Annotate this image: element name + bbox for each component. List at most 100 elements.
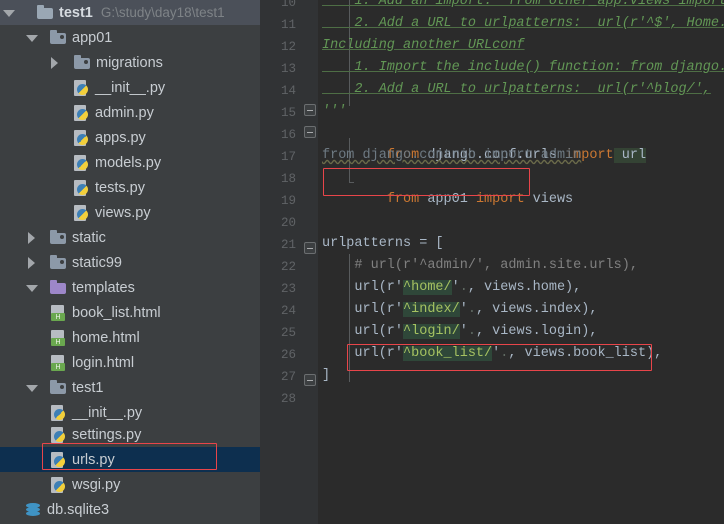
tree-item-login-html[interactable]: H login.html xyxy=(0,350,260,375)
tree-item-models-py[interactable]: models.py xyxy=(0,150,260,175)
tree-item-views-py[interactable]: views.py xyxy=(0,200,260,225)
tree-item-templates[interactable]: templates xyxy=(0,275,260,300)
code-text[interactable]: 1. Add an import: from other_app.views i… xyxy=(318,0,724,524)
tree-item-test1-root[interactable]: test1 G:\study\day18\test1 xyxy=(0,0,260,25)
tree-item-label: app01 xyxy=(72,29,113,46)
tree-item-apps-py[interactable]: apps.py xyxy=(0,125,260,150)
line-number: 15 xyxy=(280,106,296,120)
code-line-27: ] xyxy=(322,368,331,383)
code-line-23-rest: , views.home), xyxy=(467,280,582,295)
folder-module-icon xyxy=(50,229,67,246)
tree-item-manage-py[interactable]: manage.py xyxy=(0,520,260,524)
folder-module-icon xyxy=(50,29,67,46)
tree-item-label: urls.py xyxy=(72,451,115,468)
tree-item-admin-py[interactable]: admin.py xyxy=(0,100,260,125)
tree-item-static[interactable]: static xyxy=(0,225,260,250)
chevron-right-icon[interactable] xyxy=(48,56,62,70)
chevron-right-icon[interactable] xyxy=(25,231,39,245)
tree-item-tests-py[interactable]: tests.py xyxy=(0,175,260,200)
line-number: 28 xyxy=(280,392,296,406)
python-file-icon xyxy=(50,476,67,493)
code-line-25-call: url(r' xyxy=(354,324,404,339)
html-badge: H xyxy=(51,337,65,346)
python-file-icon xyxy=(73,79,90,96)
python-file-icon xyxy=(73,204,90,221)
line-number: 22 xyxy=(280,260,296,274)
code-line-25-regex: ^login/ xyxy=(403,324,460,339)
tree-item-wsgi-py[interactable]: wsgi.py xyxy=(0,472,260,497)
code-editor[interactable]: 10 11 12 13 14 15 16 17 18 19 20 21 22 2… xyxy=(260,0,724,524)
code-line-10: 1. Add an import: from other_app.views i… xyxy=(322,0,724,9)
chevron-right-icon[interactable] xyxy=(25,256,39,270)
tree-item-label: templates xyxy=(72,279,135,296)
line-number: 20 xyxy=(280,216,296,230)
code-line-15: ''' xyxy=(322,104,347,119)
fold-toggle-urlpatterns[interactable] xyxy=(304,242,316,254)
line-number: 21 xyxy=(280,238,296,252)
folder-module-icon xyxy=(50,254,67,271)
project-tool-window[interactable]: test1 G:\study\day18\test1 app01 migrati… xyxy=(0,0,260,524)
html-badge: H xyxy=(51,362,65,371)
code-line-25-rest: , views.login), xyxy=(475,324,598,339)
python-file-icon xyxy=(50,451,67,468)
code-line-11: 2. Add a URL to urlpatterns: url(r'^$', … xyxy=(322,16,724,31)
code-line-16-symbol-url: url xyxy=(613,148,647,163)
chevron-down-icon[interactable] xyxy=(2,6,16,20)
code-line-17-unused-import: from django.contrib import admin xyxy=(322,148,582,163)
chevron-down-icon[interactable] xyxy=(25,31,39,45)
tree-item-app01[interactable]: app01 xyxy=(0,25,260,50)
tree-item-urls-py[interactable]: urls.py xyxy=(0,447,260,472)
tree-item-label: apps.py xyxy=(95,129,146,146)
code-line-22-comment: # url(r'^admin/', admin.site.urls), xyxy=(322,258,638,273)
code-line-26-call: url(r' xyxy=(354,346,404,361)
tree-item-label: migrations xyxy=(96,54,163,71)
code-line-18-symbol-views: views xyxy=(524,192,574,207)
tree-item-label: __init__.py xyxy=(72,404,143,421)
code-line-23-call: url(r' xyxy=(354,280,404,295)
html-file-icon: H xyxy=(50,354,67,371)
line-number: 23 xyxy=(280,282,296,296)
code-line-24-rest: , views.index), xyxy=(475,302,598,317)
line-number-gutter: 10 11 12 13 14 15 16 17 18 19 20 21 22 2… xyxy=(260,0,302,524)
folder-module-icon xyxy=(50,379,67,396)
folder-templates-icon xyxy=(50,279,67,296)
code-line-23-quote: ' xyxy=(451,280,460,295)
tree-item-home-html[interactable]: H home.html xyxy=(0,325,260,350)
code-line-14: 2. Add a URL to urlpatterns: url(r'^blog… xyxy=(322,82,711,97)
fold-toggle-urlpatterns-end[interactable] xyxy=(304,374,316,386)
tree-item-label: tests.py xyxy=(95,179,145,196)
tree-item-label: home.html xyxy=(72,329,140,346)
fold-toggle-imports[interactable] xyxy=(304,126,316,138)
python-file-icon xyxy=(50,426,67,443)
line-number: 26 xyxy=(280,348,296,362)
line-number: 19 xyxy=(280,194,296,208)
folding-gutter[interactable] xyxy=(302,0,354,524)
tree-item-label: __init__.py xyxy=(95,79,166,96)
tree-item-label: models.py xyxy=(95,154,162,171)
line-number: 16 xyxy=(280,128,296,142)
tree-item-label: views.py xyxy=(95,204,151,221)
python-file-icon xyxy=(73,104,90,121)
folder-module-icon xyxy=(37,4,54,21)
tree-item-db-sqlite3[interactable]: db.sqlite3 xyxy=(0,497,260,522)
code-line-24-quote: ' xyxy=(459,302,468,317)
tree-item-static99[interactable]: static99 xyxy=(0,250,260,275)
python-file-icon xyxy=(50,404,67,421)
tree-item-test1-pkg[interactable]: test1 xyxy=(0,375,260,400)
line-number: 17 xyxy=(280,150,296,164)
fold-toggle-docstring[interactable] xyxy=(304,104,316,116)
python-file-icon xyxy=(73,129,90,146)
tree-item-label: db.sqlite3 xyxy=(47,501,110,518)
chevron-down-icon[interactable] xyxy=(25,281,39,295)
line-number: 11 xyxy=(280,18,296,32)
python-file-icon xyxy=(73,179,90,196)
tree-item-label: settings.py xyxy=(72,426,142,443)
code-line-24-regex: ^index/ xyxy=(403,302,460,317)
tree-item-app01-init-py[interactable]: __init__.py xyxy=(0,75,260,100)
tree-item-settings-py[interactable]: settings.py xyxy=(0,422,260,447)
chevron-down-icon[interactable] xyxy=(25,381,39,395)
tree-item-label: admin.py xyxy=(95,104,154,121)
python-file-icon xyxy=(73,154,90,171)
tree-item-book-list-html[interactable]: H book_list.html xyxy=(0,300,260,325)
tree-item-migrations[interactable]: migrations xyxy=(0,50,260,75)
